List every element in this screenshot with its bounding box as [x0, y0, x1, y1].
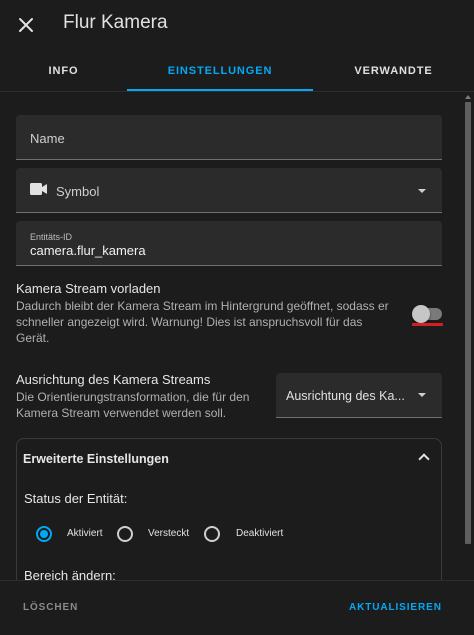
orientation-description-line-2: Kamera Stream verwendet werden soll.	[16, 406, 227, 420]
chevron-down-icon	[418, 189, 426, 193]
radio-disabled-label[interactable]: Deaktiviert	[236, 528, 283, 539]
name-field-label: Name	[30, 131, 65, 146]
entity-id-label: Entitäts-ID	[30, 232, 73, 242]
tabs-divider	[0, 91, 474, 92]
orientation-title: Ausrichtung des Kamera Streams	[16, 372, 211, 387]
radio-hidden[interactable]	[117, 526, 133, 542]
preload-stream-toggle[interactable]	[410, 304, 446, 324]
close-icon[interactable]	[14, 13, 38, 37]
icon-field-label: Symbol	[56, 184, 100, 199]
video-camera-icon	[30, 182, 48, 201]
update-button[interactable]: AKTUALISIEREN	[349, 602, 442, 613]
radio-disabled[interactable]	[204, 526, 220, 542]
preload-stream-description-line-1: Dadurch bleibt der Kamera Stream im Hint…	[16, 299, 389, 313]
toggle-knob	[412, 305, 430, 323]
name-field[interactable]: Name	[16, 115, 442, 160]
orientation-select-label: Ausrichtung des Ka...	[286, 389, 405, 403]
tab-settings[interactable]: EINSTELLUNGEN	[127, 50, 313, 92]
preload-stream-title: Kamera Stream vorladen	[16, 281, 161, 296]
orientation-description-line-1: Die Orientierungstransformation, die für…	[16, 390, 250, 404]
entity-id-value: camera.flur_kamera	[30, 243, 146, 258]
dialog-footer: LÖSCHEN AKTUALISIEREN	[0, 580, 474, 635]
delete-button[interactable]: LÖSCHEN	[23, 602, 78, 613]
advanced-settings-header[interactable]: Erweiterte Einstellungen	[17, 439, 441, 479]
advanced-settings-title: Erweiterte Einstellungen	[23, 452, 169, 466]
orientation-select[interactable]: Ausrichtung des Ka...	[276, 373, 442, 418]
preload-stream-description-line-2: schneller angezeigt wird. Warnung! Dies …	[16, 315, 363, 329]
radio-enabled-label[interactable]: Aktiviert	[67, 528, 103, 539]
radio-enabled[interactable]	[36, 526, 52, 542]
entity-id-field[interactable]: Entitäts-ID camera.flur_kamera	[16, 221, 442, 266]
tab-bar: INFO EINSTELLUNGEN VERWANDTE	[0, 50, 474, 92]
entity-status-label: Status der Entität:	[24, 491, 128, 506]
tab-related[interactable]: VERWANDTE	[313, 50, 474, 92]
dialog-header: Flur Kamera	[0, 0, 474, 50]
radio-dot	[40, 530, 48, 538]
scroll-up-arrow-icon[interactable]	[465, 95, 471, 99]
icon-picker-field[interactable]: Symbol	[16, 168, 442, 213]
radio-hidden-label[interactable]: Versteckt	[148, 528, 189, 539]
chevron-down-icon	[418, 393, 426, 397]
dialog-title: Flur Kamera	[63, 12, 168, 33]
scrollbar-thumb[interactable]	[465, 102, 471, 544]
highlight-underline	[412, 323, 443, 326]
preload-stream-description-line-3: Gerät.	[16, 331, 50, 345]
tab-info[interactable]: INFO	[0, 50, 127, 92]
